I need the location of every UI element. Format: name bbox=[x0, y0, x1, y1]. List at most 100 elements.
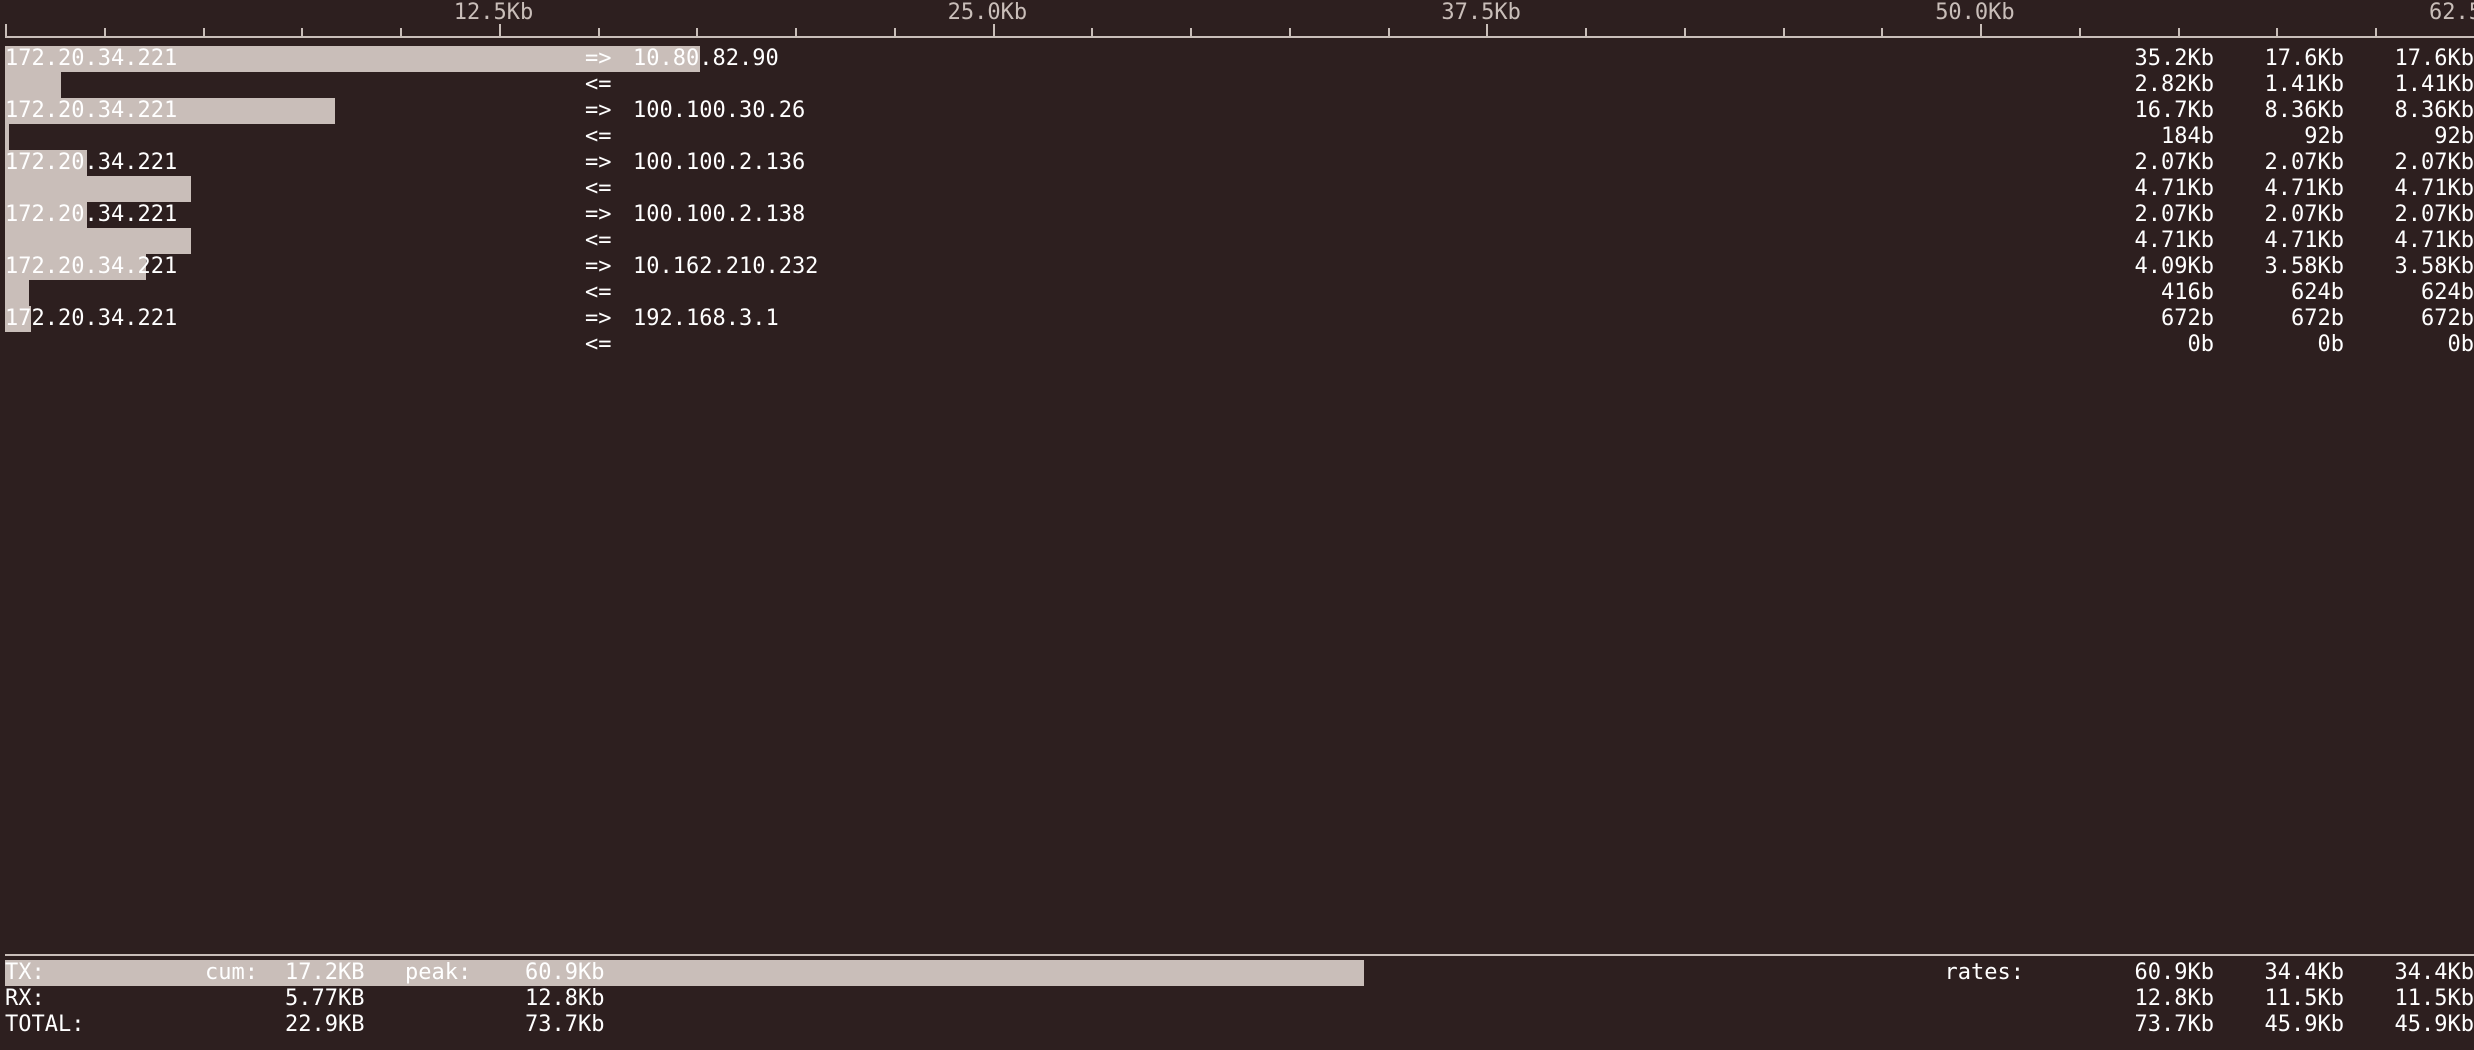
rate-40s: 4.71Kb bbox=[2344, 228, 2474, 254]
tx-arrow-icon: => bbox=[585, 254, 633, 280]
rate-40s: 2.07Kb bbox=[2344, 202, 2474, 228]
rate-2s: 12.8Kb bbox=[2084, 986, 2214, 1012]
rate-40s: 1.41Kb bbox=[2344, 72, 2474, 98]
cum-value: 5.77KB bbox=[285, 986, 405, 1012]
rate-values: 2.07Kb2.07Kb2.07Kb bbox=[2084, 202, 2474, 228]
connection-row: <=184b92b92b bbox=[0, 124, 2474, 150]
rate-10s: 45.9Kb bbox=[2214, 1012, 2344, 1038]
connection-row: 172.20.34.221=>192.168.3.1672b672b672b bbox=[0, 306, 2474, 332]
source-host: 172.20.34.221 bbox=[5, 254, 585, 280]
cum-value: 17.2KB bbox=[285, 960, 405, 986]
rate-values: 35.2Kb17.6Kb17.6Kb bbox=[2084, 46, 2474, 72]
dest-host: 100.100.2.138 bbox=[633, 202, 1173, 228]
connection-row: <=4.71Kb4.71Kb4.71Kb bbox=[0, 176, 2474, 202]
rate-10s: 2.07Kb bbox=[2214, 202, 2344, 228]
dest-host: 10.162.210.232 bbox=[633, 254, 1173, 280]
rate-10s: 0b bbox=[2214, 332, 2344, 358]
rate-2s: 16.7Kb bbox=[2084, 98, 2214, 124]
rate-40s: 34.4Kb bbox=[2344, 960, 2474, 986]
summary-divider bbox=[5, 954, 2474, 956]
rate-10s: 34.4Kb bbox=[2214, 960, 2344, 986]
rate-2s: 2.82Kb bbox=[2084, 72, 2214, 98]
rate-2s: 2.07Kb bbox=[2084, 202, 2214, 228]
rate-2s: 0b bbox=[2084, 332, 2214, 358]
rx-arrow-icon: <= bbox=[585, 124, 633, 150]
tx-arrow-icon: => bbox=[585, 306, 633, 332]
connection-row: 172.20.34.221=>100.100.30.2616.7Kb8.36Kb… bbox=[0, 98, 2474, 124]
rx-arrow-icon: <= bbox=[585, 332, 633, 358]
scale-label: 50.0Kb bbox=[1935, 0, 2014, 26]
rate-40s: 8.36Kb bbox=[2344, 98, 2474, 124]
rates-label: rates: bbox=[1914, 960, 2024, 986]
tx-arrow-icon: => bbox=[585, 150, 633, 176]
rate-40s: 672b bbox=[2344, 306, 2474, 332]
source-host: 172.20.34.221 bbox=[5, 98, 585, 124]
summary-row-total: TOTAL:22.9KB73.7Kb73.7Kb45.9Kb45.9Kb bbox=[5, 1012, 2474, 1038]
peak-value: 60.9Kb bbox=[525, 960, 645, 986]
rx-arrow-icon: <= bbox=[585, 72, 633, 98]
rate-values: 672b672b672b bbox=[2084, 306, 2474, 332]
scale-label: 62.5Kb bbox=[2429, 0, 2474, 26]
source-host: 172.20.34.221 bbox=[5, 46, 585, 72]
rate-40s: 0b bbox=[2344, 332, 2474, 358]
rx-arrow-icon: <= bbox=[585, 280, 633, 306]
rate-10s: 3.58Kb bbox=[2214, 254, 2344, 280]
rate-values: 184b92b92b bbox=[2084, 124, 2474, 150]
rate-40s: 45.9Kb bbox=[2344, 1012, 2474, 1038]
summary-section: TX:cum:17.2KBpeak:60.9Kbrates:60.9Kb34.4… bbox=[5, 960, 2474, 1038]
connection-row: 172.20.34.221=>10.162.210.232 4.09Kb3.58K… bbox=[0, 254, 2474, 280]
scale-label: 37.5Kb bbox=[1441, 0, 1520, 26]
tx-arrow-icon: => bbox=[585, 46, 633, 72]
connection-row: <=416b624b624b bbox=[0, 280, 2474, 306]
rate-2s: 60.9Kb bbox=[2084, 960, 2214, 986]
source-host: 172.20.34.221 bbox=[5, 202, 585, 228]
rate-2s: 2.07Kb bbox=[2084, 150, 2214, 176]
source-host: 172.20.34.221 bbox=[5, 306, 585, 332]
source-host: 172.20.34.221 bbox=[5, 150, 585, 176]
rate-values: 0b0b0b bbox=[2084, 332, 2474, 358]
rate-values: 16.7Kb8.36Kb8.36Kb bbox=[2084, 98, 2474, 124]
rate-10s: 2.07Kb bbox=[2214, 150, 2344, 176]
summary-row-tx: TX:cum:17.2KBpeak:60.9Kbrates:60.9Kb34.4… bbox=[5, 960, 2474, 986]
rate-40s: 17.6Kb bbox=[2344, 46, 2474, 72]
rate-values: 4.09Kb3.58Kb3.58Kb bbox=[2084, 254, 2474, 280]
peak-value: 12.8Kb bbox=[525, 986, 645, 1012]
rx-arrow-icon: <= bbox=[585, 176, 633, 202]
scale-label: 12.5Kb bbox=[454, 0, 533, 26]
rate-values: 2.07Kb2.07Kb2.07Kb bbox=[2084, 150, 2474, 176]
connections-list: 172.20.34.221=>10.80.82.9035.2Kb17.6Kb17… bbox=[0, 46, 2474, 358]
rate-40s: 624b bbox=[2344, 280, 2474, 306]
dest-host: 100.100.30.26 bbox=[633, 98, 1173, 124]
rate-values: 4.71Kb4.71Kb4.71Kb bbox=[2084, 176, 2474, 202]
rate-2s: 672b bbox=[2084, 306, 2214, 332]
dest-host: 192.168.3.1 bbox=[633, 306, 1173, 332]
rate-2s: 35.2Kb bbox=[2084, 46, 2214, 72]
rate-10s: 624b bbox=[2214, 280, 2344, 306]
connection-row: 172.20.34.221=>100.100.2.1362.07Kb2.07Kb… bbox=[0, 150, 2474, 176]
connection-row: 172.20.34.221=>100.100.2.1382.07Kb2.07Kb… bbox=[0, 202, 2474, 228]
rate-2s: 4.71Kb bbox=[2084, 228, 2214, 254]
rate-40s: 4.71Kb bbox=[2344, 176, 2474, 202]
rx-arrow-icon: <= bbox=[585, 228, 633, 254]
rate-10s: 4.71Kb bbox=[2214, 176, 2344, 202]
summary-label: TX: bbox=[5, 960, 205, 986]
rate-values: 416b624b624b bbox=[2084, 280, 2474, 306]
bandwidth-scale: 12.5Kb 25.0Kb 37.5Kb 50.0Kb 62.5Kb bbox=[0, 0, 2474, 40]
rate-10s: 1.41Kb bbox=[2214, 72, 2344, 98]
rate-10s: 17.6Kb bbox=[2214, 46, 2344, 72]
summary-label: RX: bbox=[5, 986, 205, 1012]
rate-2s: 184b bbox=[2084, 124, 2214, 150]
rate-2s: 4.09Kb bbox=[2084, 254, 2214, 280]
peak-label: peak: bbox=[405, 960, 525, 986]
rate-10s: 4.71Kb bbox=[2214, 228, 2344, 254]
rate-40s: 92b bbox=[2344, 124, 2474, 150]
rate-10s: 11.5Kb bbox=[2214, 986, 2344, 1012]
scale-label: 25.0Kb bbox=[948, 0, 1027, 26]
rate-values: 2.82Kb1.41Kb1.41Kb bbox=[2084, 72, 2474, 98]
connection-row: 172.20.34.221=>10.80.82.9035.2Kb17.6Kb17… bbox=[0, 46, 2474, 72]
rate-2s: 4.71Kb bbox=[2084, 176, 2214, 202]
rate-10s: 8.36Kb bbox=[2214, 98, 2344, 124]
rate-2s: 416b bbox=[2084, 280, 2214, 306]
rate-40s: 11.5Kb bbox=[2344, 986, 2474, 1012]
summary-row-rx: RX:5.77KB12.8Kb12.8Kb11.5Kb11.5Kb bbox=[5, 986, 2474, 1012]
